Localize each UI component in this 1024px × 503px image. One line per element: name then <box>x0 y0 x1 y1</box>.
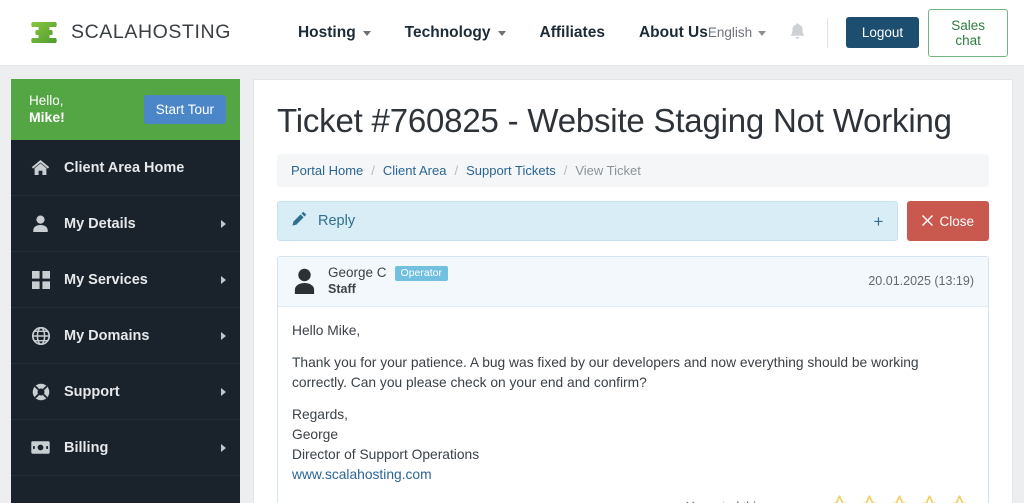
nav-item-technology[interactable]: Technology <box>405 24 506 42</box>
nav-item-technology-label: Technology <box>404 23 491 41</box>
sidebar-greeting: Hello, Mike! Start Tour <box>11 79 240 141</box>
user-avatar-icon <box>294 269 315 295</box>
breadcrumb-item-view-ticket: View Ticket <box>575 163 641 178</box>
ticket-message-header: George C Operator Staff 20.01.2025 (13:1… <box>278 257 988 307</box>
response-rating: You rated this response <box>278 491 988 503</box>
chevron-down-icon <box>497 31 506 36</box>
page-body: Hello, Mike! Start Tour Client Area Home… <box>0 66 1024 503</box>
breadcrumb-separator: / <box>563 163 568 178</box>
chevron-right-icon <box>221 331 226 340</box>
rating-star-3[interactable] <box>887 495 912 503</box>
sidebar-item-my-services-label: My Services <box>64 271 148 288</box>
main-nav: Hosting Technology Affiliates About Us <box>298 24 708 42</box>
sidebar-item-client-area-home-label: Client Area Home <box>64 159 185 176</box>
chevron-down-icon <box>362 31 371 36</box>
breadcrumb-item-client-area[interactable]: Client Area <box>383 163 447 178</box>
pencil-icon <box>292 211 307 231</box>
bell-glyph <box>790 23 805 39</box>
chevron-down-icon <box>758 31 767 36</box>
breadcrumb-separator: / <box>454 163 459 178</box>
sidebar-item-my-services[interactable]: My Services <box>11 252 240 309</box>
sidebar-item-billing-label: Billing <box>64 439 109 456</box>
header-divider <box>827 17 828 48</box>
message-paragraph-greeting: Hello Mike, <box>292 322 361 338</box>
grid-icon <box>31 270 50 289</box>
ticket-message: George C Operator Staff 20.01.2025 (13:1… <box>277 256 989 503</box>
chevron-right-icon <box>221 443 226 452</box>
author-line: George C Operator <box>328 265 448 282</box>
brand-logo-link[interactable]: SCALAHOSTING <box>28 17 231 49</box>
language-selector-label: English <box>707 25 753 40</box>
signature-website-link[interactable]: www.scalahosting.com <box>292 467 432 482</box>
sidebar-item-support-label: Support <box>64 383 120 400</box>
lifebuoy-icon <box>31 382 50 401</box>
chevron-right-icon <box>221 275 226 284</box>
rating-star-4[interactable] <box>917 495 942 503</box>
reply-bar[interactable]: Reply + <box>277 201 899 241</box>
sidebar-item-client-area-home[interactable]: Client Area Home <box>11 140 240 197</box>
reply-label: Reply <box>318 213 356 229</box>
notification-bell-icon[interactable] <box>788 22 807 43</box>
start-tour-button[interactable]: Start Tour <box>143 95 226 125</box>
logout-button[interactable]: Logout <box>845 17 920 48</box>
nav-item-hosting-label: Hosting <box>297 23 356 41</box>
rating-star-5[interactable] <box>947 495 972 503</box>
sidebar-item-my-details[interactable]: My Details <box>11 196 240 253</box>
banknote-icon <box>31 438 50 457</box>
user-icon <box>31 214 50 233</box>
nav-item-affiliates[interactable]: Affiliates <box>540 24 605 42</box>
nav-item-about-us-label: About Us <box>638 23 708 41</box>
signature-line-1: Regards, <box>292 407 348 423</box>
main-content: Ticket #760825 - Website Staging Not Wor… <box>253 79 1013 503</box>
expand-plus-icon[interactable]: + <box>874 213 884 230</box>
nav-item-affiliates-label: Affiliates <box>539 23 605 41</box>
signature-line-2: George <box>292 427 339 443</box>
signature-line-3: Director of Support Operations <box>292 447 480 463</box>
top-navigation-bar: SCALAHOSTING Hosting Technology Affiliat… <box>0 0 1024 66</box>
message-signature: Regards, George Director of Support Oper… <box>292 405 974 485</box>
chevron-right-icon <box>221 219 226 228</box>
sidebar-item-billing[interactable]: Billing <box>11 420 240 477</box>
greeting-username: Mike! <box>29 109 65 126</box>
home-icon <box>31 158 50 177</box>
brand-name: SCALAHOSTING <box>71 21 231 43</box>
scalahosting-s-logo-icon <box>31 21 57 43</box>
breadcrumb-separator: / <box>371 163 375 178</box>
rating-star-1[interactable] <box>827 495 852 503</box>
ticket-message-body: Hello Mike, Thank you for your patience.… <box>278 307 988 492</box>
author-role: Staff <box>328 281 356 296</box>
chevron-right-icon <box>221 387 226 396</box>
message-paragraph-main: Thank you for your patience. A bug was f… <box>292 355 919 390</box>
author-name: George C <box>328 265 387 280</box>
header-actions: English Logout Sales chat <box>707 8 1008 57</box>
breadcrumb: Portal Home / Client Area / Support Tick… <box>277 154 989 187</box>
breadcrumb-item-support-tickets[interactable]: Support Tickets <box>466 163 556 178</box>
rating-star-2[interactable] <box>857 495 882 503</box>
sidebar: Hello, Mike! Start Tour Client Area Home… <box>11 79 240 503</box>
status-badge-operator: Operator <box>394 265 448 282</box>
language-selector[interactable]: English <box>707 25 767 40</box>
ticket-message-date: 20.01.2025 (13:19) <box>868 274 974 289</box>
globe-icon <box>31 326 50 345</box>
page-title: Ticket #760825 - Website Staging Not Wor… <box>277 102 952 139</box>
sidebar-item-my-details-label: My Details <box>64 215 136 232</box>
nav-item-hosting[interactable]: Hosting <box>298 24 371 42</box>
greeting-text: Hello, Mike! <box>29 92 65 127</box>
nav-item-about-us[interactable]: About Us <box>639 24 708 42</box>
x-icon <box>922 214 934 229</box>
sidebar-item-support[interactable]: Support <box>11 364 240 421</box>
close-ticket-button[interactable]: Close <box>907 201 989 241</box>
sales-chat-button[interactable]: Sales chat <box>928 8 1008 57</box>
sidebar-item-my-domains[interactable]: My Domains <box>11 308 240 365</box>
close-ticket-button-label: Close <box>939 213 974 229</box>
greeting-line1: Hello, <box>29 93 64 108</box>
ticket-message-author-block: George C Operator Staff <box>328 265 448 298</box>
sidebar-item-my-domains-label: My Domains <box>64 327 150 344</box>
breadcrumb-item-portal-home[interactable]: Portal Home <box>291 163 363 178</box>
ticket-action-row: Reply + Close <box>277 201 989 241</box>
